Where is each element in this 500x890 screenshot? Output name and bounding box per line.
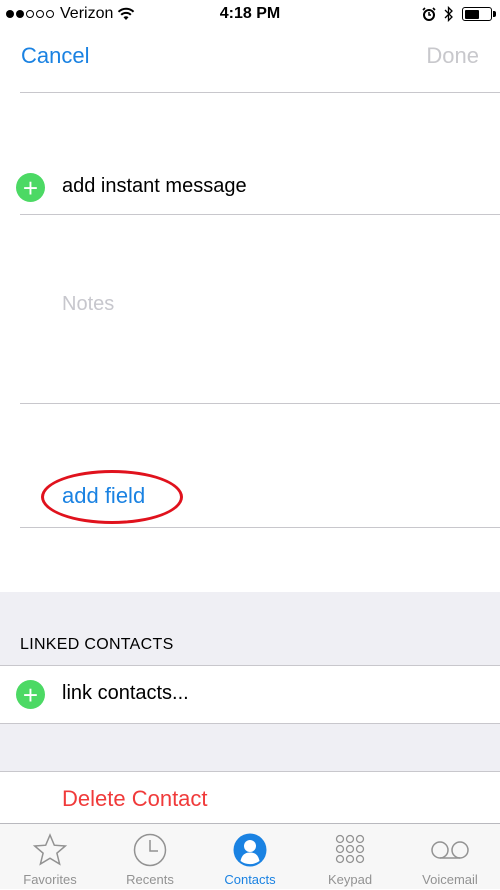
voicemail-icon (431, 841, 469, 859)
person-icon (233, 833, 267, 867)
status-bar: Verizon 4:18 PM (0, 0, 500, 30)
alarm-icon (422, 7, 436, 21)
link-contacts-row[interactable]: + link contacts... (0, 666, 500, 723)
highlight-annotation-oval (41, 470, 183, 524)
tab-contacts[interactable]: Contacts (200, 824, 300, 890)
battery-icon (462, 7, 496, 21)
tab-bar: Favorites Recents Contacts Keypad Voicem… (0, 823, 500, 889)
divider (0, 771, 500, 772)
notes-field[interactable]: Notes (62, 293, 114, 316)
add-icon[interactable]: + (16, 680, 45, 709)
add-icon[interactable]: + (16, 173, 45, 202)
section-spacer (0, 724, 500, 771)
tab-voicemail[interactable]: Voicemail (400, 824, 500, 890)
linked-contacts-header: LINKED CONTACTS (20, 636, 174, 653)
section-spacer (0, 592, 500, 665)
cancel-button[interactable]: Cancel (21, 43, 89, 69)
bluetooth-icon (444, 6, 453, 22)
tab-label: Contacts (224, 872, 276, 887)
divider (20, 403, 500, 404)
tab-label: Voicemail (422, 872, 478, 887)
divider (20, 92, 500, 93)
tab-label: Favorites (23, 872, 77, 887)
star-icon (32, 833, 68, 866)
tab-keypad[interactable]: Keypad (300, 824, 400, 890)
add-instant-message-row[interactable]: + add instant message (0, 160, 500, 214)
tab-recents[interactable]: Recents (100, 824, 200, 890)
tab-favorites[interactable]: Favorites (0, 824, 100, 890)
clock-icon (133, 833, 167, 867)
divider (20, 214, 500, 215)
status-right (422, 6, 496, 22)
link-contacts-label: link contacts... (62, 682, 189, 704)
tab-label: Keypad (327, 872, 373, 887)
done-button[interactable]: Done (426, 43, 479, 69)
add-instant-message-label: add instant message (62, 175, 247, 197)
keypad-icon (335, 834, 365, 864)
delete-contact-button[interactable]: Delete Contact (62, 786, 208, 812)
divider (20, 527, 500, 528)
tab-label: Recents (126, 872, 174, 887)
